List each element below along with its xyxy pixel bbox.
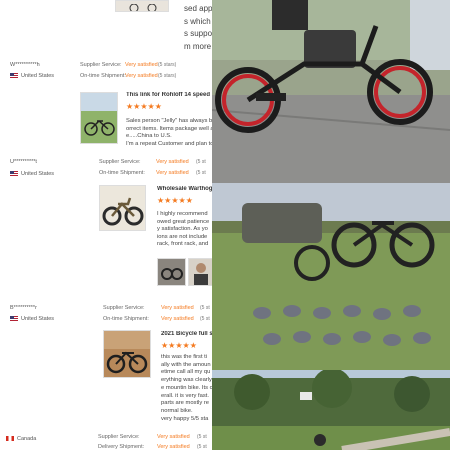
product-thumbnail[interactable] <box>80 92 118 144</box>
supplier-service-count: (5 stars) <box>158 62 177 68</box>
reviewer-country: United States <box>10 316 54 322</box>
bike-photo-icon <box>129 3 157 11</box>
supplier-service-label: Supplier Service: <box>99 159 141 165</box>
star-rating: ★★★★★ <box>157 196 193 205</box>
shipment-count: (5 st <box>200 316 210 322</box>
supplier-service-value: Very satisfied <box>161 305 194 311</box>
shipment-value: Very satisfied <box>156 170 189 176</box>
shipment-count: (5 st <box>197 444 207 450</box>
review-line: ions are not include <box>157 233 208 240</box>
star-rating: ★★★★★ <box>126 102 162 111</box>
us-flag-icon <box>10 73 18 79</box>
shipment-count: (5 stars) <box>158 73 177 79</box>
review-text: I highly recommend owed great patience y… <box>157 211 212 249</box>
shipment-count: (5 st <box>196 170 206 176</box>
review-line: orrect items. Items package well and sh <box>126 125 212 132</box>
reviewer-country: United States <box>10 171 54 177</box>
reviewer-country: Canada <box>6 436 36 442</box>
bike-photo-icon <box>81 93 117 143</box>
ebike-photo-icon <box>212 0 450 183</box>
review-line: normal bike. <box>161 407 193 414</box>
review-line: I'm a repeat Customer and plan to utiliz <box>126 140 212 147</box>
shipment-label: On-time Shipment: <box>80 73 126 79</box>
review-line: sed appr <box>184 4 212 13</box>
review-text: Sales person "Jelly" has always been he … <box>126 118 212 148</box>
review-line: s which a <box>184 16 212 26</box>
park-photo-icon <box>212 370 450 450</box>
supplier-service-value: Very satisfied <box>157 434 190 440</box>
review-photo-thumbnail[interactable] <box>188 258 214 286</box>
review-line: I highly recommend <box>157 211 208 217</box>
review-line: Sales person "Jelly" has always been he <box>126 118 212 124</box>
customer-photo-park[interactable] <box>212 370 450 450</box>
supplier-service-label: Supplier Service: <box>103 305 145 311</box>
review-product-title[interactable]: This link for Rohloff 14 speed parts for <box>126 92 212 98</box>
review-line: rack, front rack, and <box>157 241 209 247</box>
hunting-photo-icon <box>212 183 450 370</box>
reviewer-name: B**********r <box>10 305 37 311</box>
review-line: s suppor <box>184 29 212 38</box>
review-line: e.....China to U.S. <box>126 133 172 139</box>
country-label: Canada <box>17 436 37 442</box>
product-thumbnail[interactable] <box>99 185 146 231</box>
review-text: sed appr s which a s suppor m more a <box>184 3 212 53</box>
bike-photo-icon <box>100 186 145 230</box>
us-flag-icon <box>10 171 18 177</box>
shipment-label: Delivery Shipment: <box>98 444 145 450</box>
country-label: United States <box>21 73 55 79</box>
person-photo-icon <box>189 259 213 285</box>
shipment-value: Very satisfied <box>125 73 158 79</box>
bike-photo-icon <box>104 331 150 377</box>
review-line: this was the first ti <box>161 354 208 360</box>
reviewer-country: United States <box>10 73 54 79</box>
supplier-service-count: (5 st <box>197 434 207 440</box>
review-line: owed great patience <box>157 218 210 225</box>
customer-photo-ebike[interactable] <box>212 0 450 183</box>
review-line: m more a <box>184 41 212 51</box>
bike-photo-icon <box>158 259 185 285</box>
supplier-service-count: (5 st <box>200 305 210 311</box>
supplier-service-value: Very satisfied <box>125 62 158 68</box>
us-flag-icon <box>10 316 18 322</box>
supplier-service-value: Very satisfied <box>156 159 189 165</box>
review-photo-thumbnail[interactable] <box>157 258 186 286</box>
canada-flag-icon <box>6 436 14 442</box>
shipment-label: On-time Shipment: <box>103 316 149 322</box>
review-line: e mountin bike. Its c <box>161 384 212 391</box>
review-line: parts are mostly re <box>161 400 209 407</box>
review-thumbnail[interactable] <box>115 0 169 12</box>
review-line: very happy 5/5 sta <box>161 415 209 422</box>
review-text: this was the first ti ally with the amou… <box>161 354 212 423</box>
shipment-value: Very satisfied <box>161 316 194 322</box>
reviewer-name: U**********t <box>10 159 37 165</box>
star-rating: ★★★★★ <box>161 341 197 350</box>
review-product-title[interactable]: Wholesale Warthog <box>157 186 212 192</box>
reviewer-name: W**********h <box>10 62 40 68</box>
review-line: etime call all my qu <box>161 369 211 376</box>
shipment-label: On-time Shipment: <box>99 170 145 176</box>
review-line: erall. it is very fast. <box>161 392 209 399</box>
country-label: United States <box>21 316 55 322</box>
supplier-service-label: Supplier Service: <box>80 62 122 68</box>
supplier-service-label: Supplier Service: <box>98 434 140 440</box>
supplier-service-count: (5 st <box>196 159 206 165</box>
shipment-value: Very satisfied <box>157 444 190 450</box>
review-line: y satisfaction. As yo <box>157 226 208 232</box>
review-product-title[interactable]: 2021 Bicycle full s <box>161 331 212 337</box>
product-thumbnail[interactable] <box>103 330 151 378</box>
review-line: erything was clearly <box>161 377 212 384</box>
customer-photo-hunting[interactable] <box>212 183 450 370</box>
review-line: ally with the amoun <box>161 361 211 368</box>
country-label: United States <box>21 171 55 177</box>
